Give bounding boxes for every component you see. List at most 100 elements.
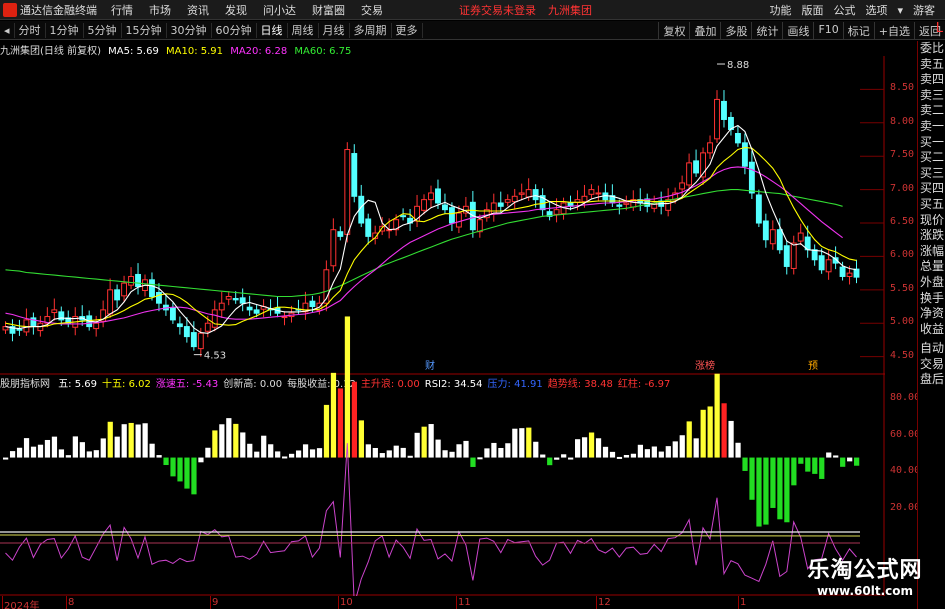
period-15min[interactable]: 15分钟 bbox=[122, 22, 167, 38]
quote-panel-row[interactable]: 换手 bbox=[918, 291, 945, 307]
menu-item-faxian[interactable]: 发现 bbox=[225, 2, 247, 18]
btn-diejia[interactable]: 叠加 bbox=[689, 22, 720, 40]
quote-panel-row[interactable]: 卖五 bbox=[918, 57, 945, 73]
period-weekly[interactable]: 周线 bbox=[288, 22, 319, 38]
indicator-bar bbox=[282, 456, 288, 459]
indicator-bar bbox=[72, 436, 78, 458]
btn-biaoji[interactable]: 标记 bbox=[842, 22, 874, 40]
indicator-bar bbox=[3, 457, 9, 460]
btn-add-watchlist[interactable]: +自选 bbox=[873, 22, 914, 40]
quote-panel-row[interactable]: 买四 bbox=[918, 181, 945, 197]
indicator-bar bbox=[121, 424, 127, 458]
indicator-bar bbox=[51, 436, 58, 458]
candle-body bbox=[518, 192, 525, 195]
menu-item-jiaoyi[interactable]: 交易 bbox=[361, 2, 383, 18]
indicator-bar bbox=[470, 457, 476, 467]
quote-panel-row[interactable]: 委比 bbox=[918, 41, 945, 57]
candle-body bbox=[204, 322, 211, 332]
indicator-bar bbox=[700, 409, 706, 458]
candle-body bbox=[93, 322, 100, 330]
indicator-bar bbox=[163, 457, 169, 466]
period-more[interactable]: 更多 bbox=[392, 22, 423, 38]
quote-panel-row[interactable]: 外盘 bbox=[918, 275, 945, 291]
quote-panel-row[interactable]: 收益 bbox=[918, 322, 945, 338]
date-tick bbox=[596, 596, 597, 609]
indicator-bar bbox=[658, 451, 664, 458]
period-daily[interactable]: 日线 bbox=[257, 22, 288, 38]
period-multi[interactable]: 多周期 bbox=[350, 22, 392, 38]
indicator-bar bbox=[798, 457, 804, 464]
candle-body bbox=[846, 272, 853, 277]
menu-bar: 通达信金融终端 行情 市场 资讯 发现 问小达 财富圈 交易 证券交易未登录 九… bbox=[0, 0, 945, 20]
indicator-bar bbox=[275, 451, 281, 458]
period-30min[interactable]: 30分钟 bbox=[167, 22, 212, 38]
indicator-bar bbox=[58, 449, 65, 458]
quote-panel-row[interactable]: 总量 bbox=[918, 259, 945, 275]
menu-item-hangqing[interactable]: 行情 bbox=[111, 2, 133, 18]
quote-panel-row[interactable]: 涨幅 bbox=[918, 244, 945, 260]
event-cai: 财 bbox=[425, 359, 435, 372]
quote-panel-row[interactable]: 买五 bbox=[918, 197, 945, 213]
login-warning[interactable]: 证券交易未登录 bbox=[459, 2, 536, 18]
quote-panel-row[interactable]: 买二 bbox=[918, 150, 945, 166]
candle-body bbox=[400, 215, 407, 218]
btn-fuquan[interactable]: 复权 bbox=[658, 22, 689, 40]
indicator-bar bbox=[65, 455, 72, 458]
quote-panel-row[interactable]: 卖二 bbox=[918, 103, 945, 119]
candle-body bbox=[428, 192, 434, 201]
quote-panel-row[interactable]: 买一 bbox=[918, 135, 945, 151]
quote-panel-row[interactable]: 涨跌 bbox=[918, 228, 945, 244]
indicator-bar bbox=[812, 457, 818, 474]
indicator-bar bbox=[323, 404, 330, 458]
quote-panel-row[interactable]: 卖三 bbox=[918, 88, 945, 104]
btn-f10[interactable]: F10 bbox=[813, 22, 842, 40]
quote-panel-tab[interactable]: 交易 bbox=[918, 357, 945, 373]
indicator-bar bbox=[309, 449, 316, 458]
menu-item-gongneng[interactable]: 功能 bbox=[769, 2, 791, 18]
candle-body bbox=[679, 182, 686, 190]
quote-panel-row[interactable]: 卖一 bbox=[918, 119, 945, 135]
indicator-bar bbox=[302, 444, 309, 458]
indicator-bar bbox=[414, 432, 420, 458]
btn-huaxian[interactable]: 画线 bbox=[782, 22, 813, 40]
indicator-bar bbox=[693, 438, 699, 458]
price-chart[interactable]: 8.88 4.53 财 涨榜 预 bbox=[0, 56, 885, 596]
quote-panel-row[interactable]: 现价 bbox=[918, 213, 945, 229]
period-fenshi[interactable]: 分时 bbox=[15, 22, 46, 38]
candle-body bbox=[476, 219, 483, 233]
period-1min[interactable]: 1分钟 bbox=[46, 22, 84, 38]
menu-item-zixun[interactable]: 资讯 bbox=[187, 2, 209, 18]
high-label: 8.88 bbox=[727, 60, 749, 71]
indicator-bar bbox=[581, 437, 588, 458]
quote-panel-row[interactable]: 卖四 bbox=[918, 72, 945, 88]
menu-item-wenxiaoda[interactable]: 问小达 bbox=[263, 2, 296, 18]
quote-panel-tab[interactable]: 盘后 bbox=[918, 372, 945, 388]
indicator-bar bbox=[93, 450, 99, 458]
indicator-bar bbox=[616, 456, 623, 459]
window-minimize-icon[interactable]: ▾ bbox=[897, 4, 903, 17]
menu-item-banmian[interactable]: 版面 bbox=[801, 2, 823, 18]
arrow-icon[interactable]: ◂ bbox=[0, 22, 15, 38]
indicator-bar bbox=[344, 316, 351, 458]
btn-duogu[interactable]: 多股 bbox=[720, 22, 751, 40]
menu-item-shichang[interactable]: 市场 bbox=[149, 2, 171, 18]
indicator-bar bbox=[100, 438, 106, 458]
quote-panel-tab[interactable]: 自动 bbox=[918, 341, 945, 357]
event-yu: 预 bbox=[808, 360, 818, 372]
candle-body bbox=[741, 142, 748, 167]
date-tick bbox=[210, 596, 211, 609]
menu-item-caifuquan[interactable]: 财富圈 bbox=[312, 2, 345, 18]
indicator-bar bbox=[686, 421, 692, 458]
period-5min[interactable]: 5分钟 bbox=[84, 22, 122, 38]
menu-item-xuanxiang[interactable]: 选项 bbox=[865, 2, 887, 18]
period-monthly[interactable]: 月线 bbox=[319, 22, 350, 38]
candle-body bbox=[197, 332, 204, 350]
period-60min[interactable]: 60分钟 bbox=[212, 22, 257, 38]
indicator-bar bbox=[37, 444, 44, 458]
quote-panel-row[interactable]: 净资 bbox=[918, 306, 945, 322]
menu-item-gongshi[interactable]: 公式 bbox=[833, 2, 855, 18]
quote-panel-row[interactable]: 买三 bbox=[918, 166, 945, 182]
btn-tongji[interactable]: 统计 bbox=[751, 22, 782, 40]
top-right-mark: L bbox=[935, 21, 943, 36]
guest-user[interactable]: 游客 bbox=[913, 2, 935, 18]
